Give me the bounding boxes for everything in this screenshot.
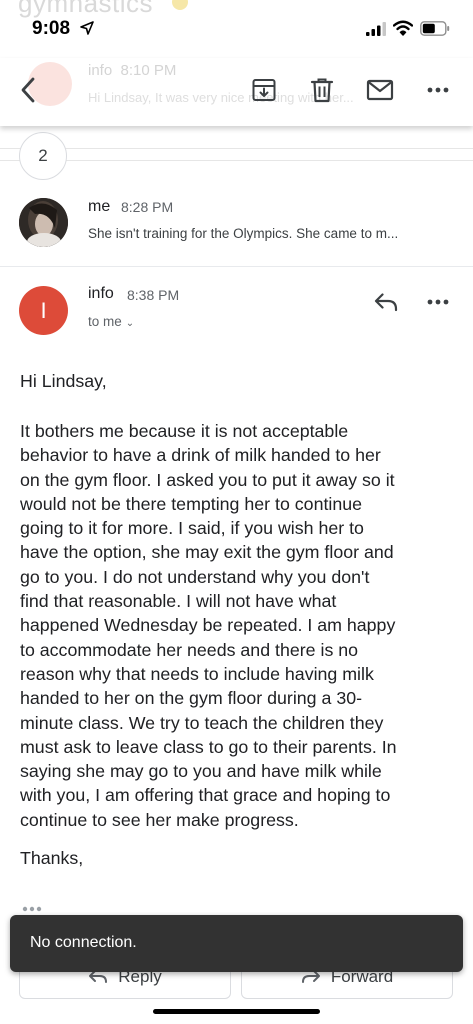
home-indicator[interactable]	[153, 1009, 320, 1014]
message-toolbar: info 8:10 PM Hi Lindsay, It was very nic…	[0, 58, 473, 126]
no-connection-snackbar: No connection.	[10, 915, 463, 972]
message-time: 8:28 PM	[121, 199, 174, 215]
recipient-label: to me	[88, 314, 122, 329]
chevron-down-icon: ⌄	[125, 318, 135, 329]
wifi-icon	[393, 20, 413, 36]
ghost-sender-time: 8:10 PM	[120, 62, 177, 79]
ghost-sender-name: info	[88, 62, 113, 79]
reply-button[interactable]	[372, 288, 400, 316]
avatar[interactable]: I	[19, 286, 68, 335]
message-divider	[0, 266, 473, 267]
recipient-details-toggle[interactable]: to me ⌄	[88, 314, 134, 329]
message-signoff: Thanks,	[20, 848, 84, 868]
more-options-button[interactable]	[424, 76, 452, 104]
back-button[interactable]	[14, 76, 42, 104]
collapsed-messages-count[interactable]: 2	[19, 132, 67, 180]
reply-arrow-icon	[374, 293, 398, 312]
message-body: It bothers me because it is not acceptab…	[20, 421, 397, 830]
trash-icon	[310, 78, 334, 103]
cellular-signal-icon	[366, 22, 386, 36]
status-time: 9:08	[32, 18, 71, 39]
archive-icon	[252, 79, 276, 101]
mark-unread-button[interactable]	[366, 76, 394, 104]
status-bar: 9:08	[0, 0, 473, 58]
show-trimmed-content-icon[interactable]	[22, 906, 42, 912]
snackbar-message: No connection.	[30, 934, 137, 951]
back-arrow-icon	[21, 77, 35, 103]
message-more-button[interactable]	[424, 288, 452, 316]
mail-icon	[366, 79, 394, 101]
more-horizontal-icon	[427, 299, 449, 305]
avatar[interactable]	[19, 198, 68, 247]
collapsed-divider	[0, 148, 473, 149]
archive-button[interactable]	[250, 76, 278, 104]
message-greeting: Hi Lindsay,	[20, 371, 107, 391]
delete-button[interactable]	[308, 76, 336, 104]
sender-name: info	[88, 285, 114, 302]
battery-icon	[420, 21, 450, 36]
location-arrow-icon	[80, 21, 94, 35]
more-horizontal-icon	[427, 87, 449, 93]
profile-photo	[19, 198, 68, 247]
collapsed-divider	[0, 160, 473, 161]
sender-name: me	[88, 198, 111, 215]
ghost-sender: info 8:10 PM	[88, 62, 176, 79]
message-time: 8:38 PM	[127, 287, 180, 303]
message-snippet[interactable]: She isn't training for the Olympics. She…	[88, 226, 448, 241]
